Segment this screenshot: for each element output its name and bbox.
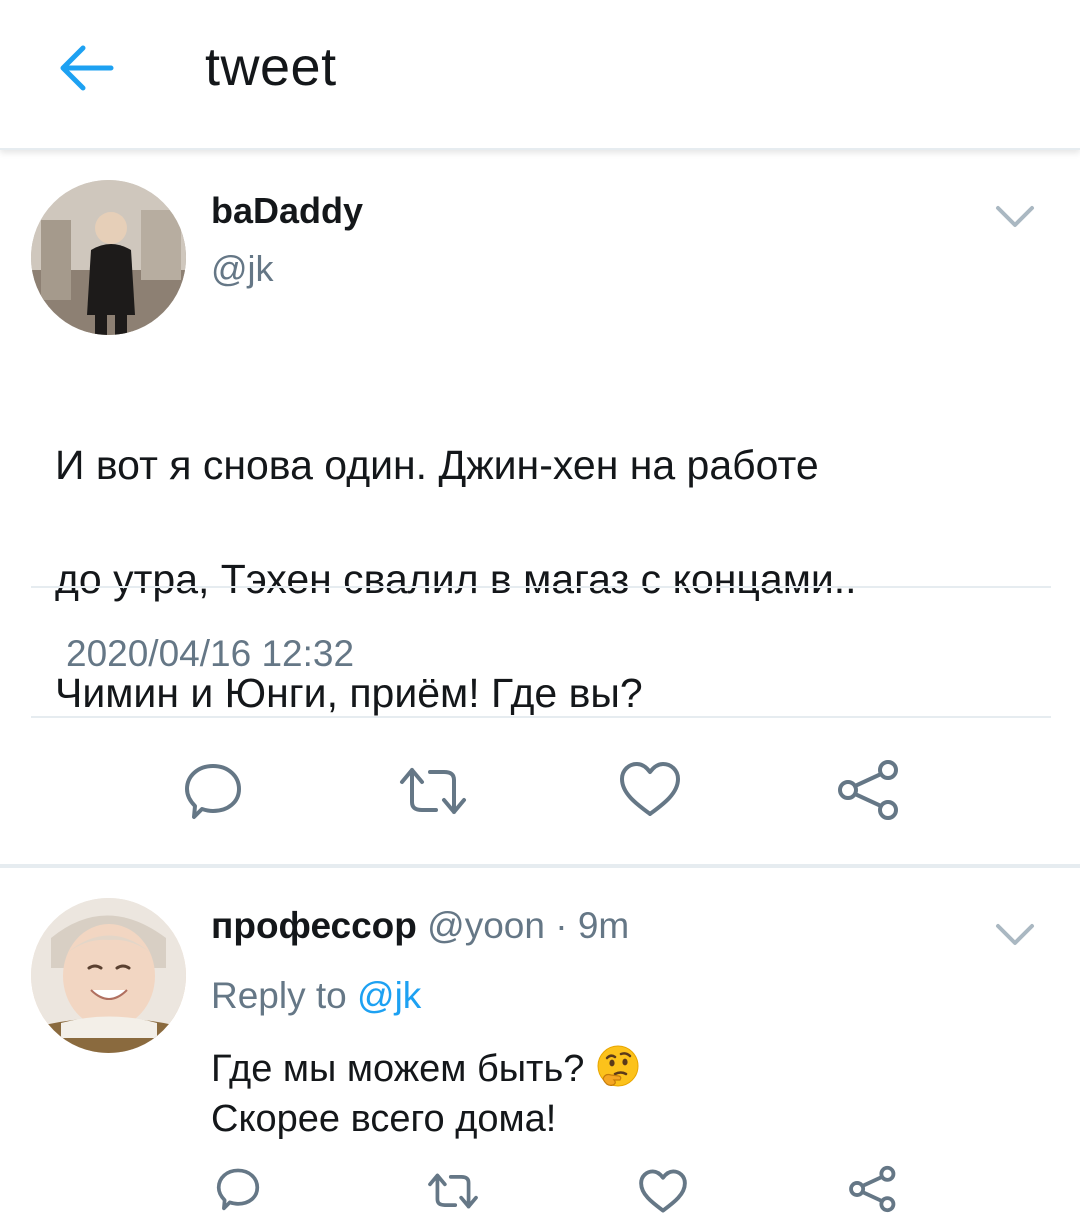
reply-time: 9m <box>577 905 630 946</box>
like-icon[interactable] <box>638 1168 688 1214</box>
reply-author-handle[interactable]: @yoon <box>427 905 545 946</box>
divider <box>31 586 1051 588</box>
section-separator <box>0 864 1080 868</box>
reply-text-line-2: Скорее всего дома! <box>211 1098 557 1140</box>
page-title: tweet <box>205 37 337 97</box>
author-handle[interactable]: @jk <box>211 248 274 290</box>
retweet-icon[interactable] <box>426 1168 480 1214</box>
reply-text-line: Где мы можем быть? <box>211 1043 1011 1094</box>
chevron-down-icon[interactable] <box>995 204 1035 230</box>
reply-to-label: Reply to <box>211 975 347 1016</box>
tweet-text-line: до утра, Тэхен свалил в магаз с концами.… <box>55 556 857 602</box>
reply-text-line-1: Где мы можем быть? <box>211 1048 585 1090</box>
reply-header: профессор @yoon · 9m <box>211 905 629 947</box>
avatar[interactable] <box>31 898 186 1053</box>
chevron-down-icon[interactable] <box>995 922 1035 948</box>
tweet-text: И вот я снова один. Джин-хен на работе д… <box>55 380 1045 779</box>
reply-to-line: Reply to @jk <box>211 975 421 1017</box>
like-icon[interactable] <box>618 760 682 818</box>
tweet-text-line: И вот я снова один. Джин-хен на работе <box>55 442 819 488</box>
tweet-timestamp: 2020/04/16 12:32 <box>66 633 355 674</box>
retweet-icon[interactable] <box>398 760 468 822</box>
arrow-left-icon[interactable] <box>55 40 115 96</box>
reply-to-handle-link[interactable]: @jk <box>357 975 421 1016</box>
author-name[interactable]: baDaddy <box>211 190 363 232</box>
top-app-bar: tweet <box>0 0 1080 150</box>
share-icon[interactable] <box>836 758 902 822</box>
reply-author-name[interactable]: профессор <box>211 905 417 946</box>
divider <box>31 716 1051 718</box>
reply-icon[interactable] <box>182 760 244 822</box>
meta-separator: · <box>555 905 568 946</box>
reply-icon[interactable] <box>215 1166 261 1212</box>
share-icon[interactable] <box>848 1164 898 1214</box>
thinking-face-emoji-icon <box>597 1045 639 1087</box>
reply-text: Где мы можем быть? Скорее всего дома! <box>211 1043 1011 1144</box>
avatar[interactable] <box>31 180 186 335</box>
